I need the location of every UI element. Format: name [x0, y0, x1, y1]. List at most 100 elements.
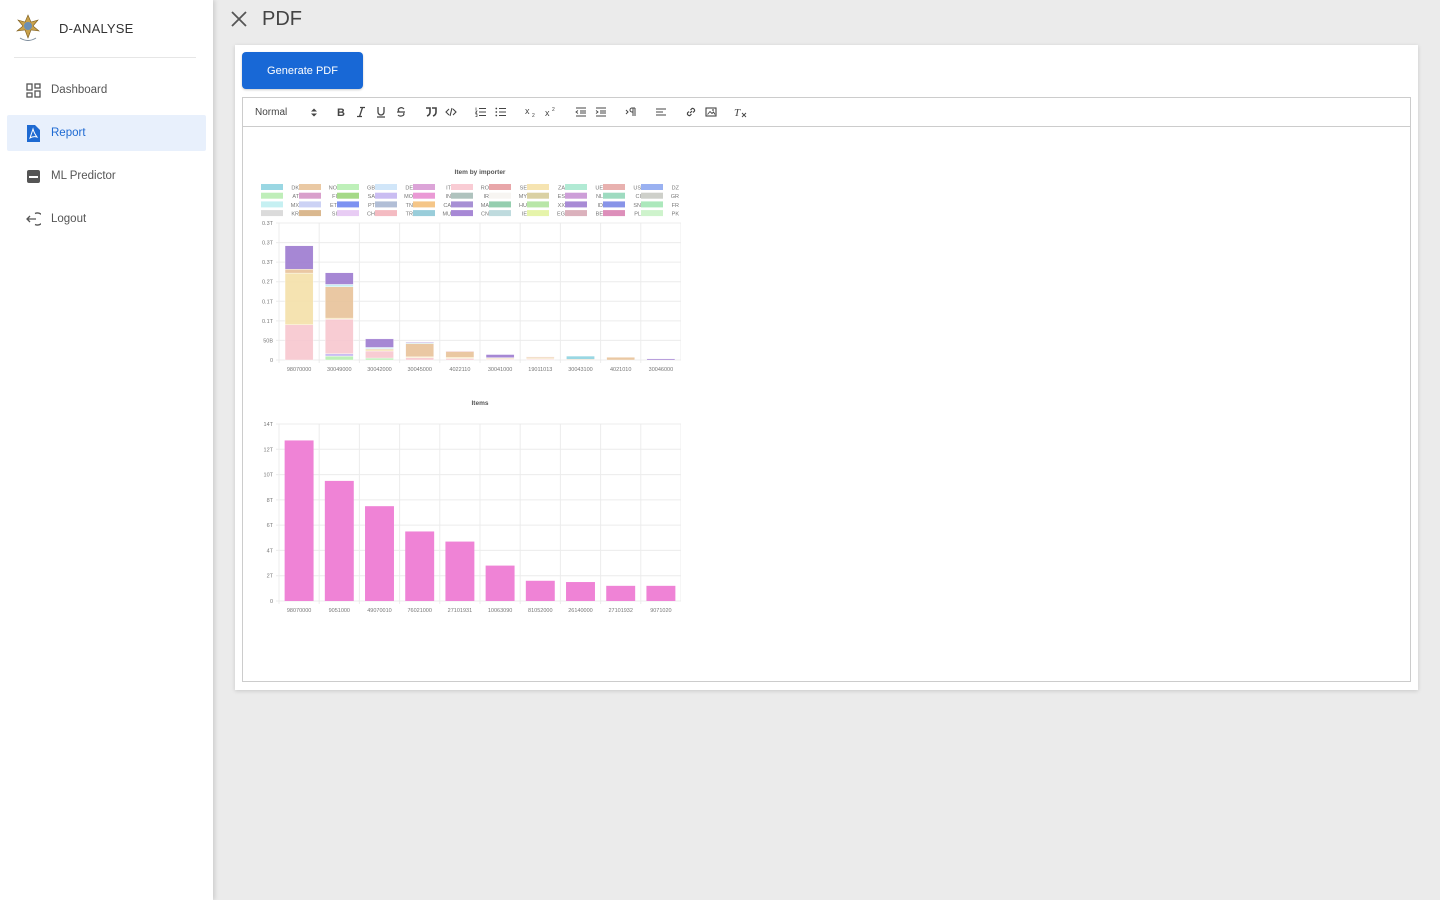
sidebar-item-logout[interactable]: Logout — [7, 201, 206, 237]
editor-content[interactable]: Item by importer DK NO GB DE IT RO SE ZA UE US DZ AT… — [242, 127, 1411, 682]
bar-segment — [325, 355, 354, 361]
legend-swatch — [413, 192, 435, 199]
legend-swatch — [565, 210, 587, 217]
bar — [405, 531, 435, 601]
x-tick-label: 98070000 — [287, 367, 311, 373]
bold-button[interactable]: B — [331, 102, 351, 122]
legend-swatch — [261, 184, 283, 190]
close-button[interactable] — [226, 6, 252, 32]
italic-button[interactable] — [351, 102, 371, 122]
legend-swatch — [527, 192, 549, 199]
underline-button[interactable] — [371, 102, 391, 122]
bar-segment — [606, 357, 635, 361]
items-bar-chart: Items 0 2T 4T 6T 8T 10T 12T 14T 98070000 9051000 49… — [264, 400, 681, 612]
legend-label: DZ — [672, 186, 680, 192]
y-tick-label: 0.3T — [262, 260, 274, 266]
legend-swatch — [451, 192, 473, 199]
ordered-list-icon — [475, 107, 486, 117]
indent-button[interactable] — [591, 102, 611, 122]
select-arrows-icon — [311, 108, 317, 116]
x-tick-label: 30041000 — [488, 367, 512, 373]
bar-segment — [405, 357, 434, 361]
svg-text:T: T — [734, 107, 741, 118]
sidebar-item-label: Logout — [51, 213, 87, 225]
bar — [445, 541, 475, 601]
indent-icon — [595, 107, 606, 117]
text-direction-button[interactable] — [621, 102, 641, 122]
y-tick-label: 4T — [267, 548, 274, 554]
y-tick-label: 0.3T — [262, 241, 274, 247]
bold-icon: B — [337, 107, 345, 118]
legend-label: AT — [292, 194, 299, 200]
sidebar-item-report[interactable]: Report — [7, 115, 206, 151]
x-tick-label: 27101932 — [608, 608, 632, 612]
sidebar-item-label: Dashboard — [51, 84, 108, 96]
x-tick-label: 27101931 — [448, 608, 472, 612]
bar-segment — [405, 341, 434, 343]
legend-label: US — [633, 186, 641, 192]
editor-toolbar: Normal B x2 x2 T — [242, 97, 1411, 127]
bullet-list-icon — [495, 107, 506, 117]
legend-swatch — [527, 184, 549, 190]
legend-label: ET — [330, 203, 338, 209]
subscript-button[interactable]: x2 — [521, 102, 541, 122]
image-icon — [705, 107, 717, 117]
strikethrough-icon — [397, 107, 405, 117]
outdent-button[interactable] — [571, 102, 591, 122]
format-select[interactable]: Normal — [255, 102, 319, 122]
legend-label: MY — [519, 194, 528, 200]
emblem-logo-icon[interactable] — [14, 12, 42, 44]
align-button[interactable] — [651, 102, 671, 122]
legend-swatch — [299, 184, 321, 190]
x-tick-label: 10063090 — [488, 608, 512, 612]
bar-segment — [405, 343, 434, 358]
legend-label: TR — [406, 212, 413, 218]
sidebar-item-dashboard[interactable]: Dashboard — [7, 72, 206, 108]
link-button[interactable] — [681, 102, 701, 122]
legend-swatch — [299, 192, 321, 199]
blockquote-button[interactable] — [421, 102, 441, 122]
clean-format-button[interactable]: T — [731, 102, 751, 122]
legend-label: IR — [484, 194, 490, 200]
ordered-list-button[interactable] — [471, 102, 491, 122]
legend-label: IN — [446, 194, 452, 200]
legend-swatch — [527, 210, 549, 217]
bar-segment — [284, 324, 314, 361]
x-tick-label: 98070000 — [287, 608, 311, 612]
legend-label: KR — [291, 212, 299, 218]
legend-label: CN — [481, 212, 489, 218]
y-tick-label: 14T — [264, 422, 274, 428]
code-block-button[interactable] — [441, 102, 461, 122]
x-tick-label: 30045000 — [407, 367, 431, 373]
italic-icon — [357, 106, 365, 118]
y-tick-label: 0 — [270, 358, 273, 364]
y-tick-label: 0.1T — [262, 319, 274, 325]
legend-swatch — [489, 210, 511, 217]
bullet-list-button[interactable] — [491, 102, 511, 122]
legend-label: CI — [636, 194, 642, 200]
legend-swatch — [565, 184, 587, 190]
legend-swatch — [451, 184, 473, 190]
bar-segment — [365, 357, 394, 361]
y-tick-label: 10T — [264, 473, 274, 479]
legend-swatch — [451, 210, 473, 217]
strike-button[interactable] — [391, 102, 411, 122]
image-button[interactable] — [701, 102, 721, 122]
generate-pdf-button[interactable]: Generate PDF — [242, 52, 363, 89]
bar-segment — [284, 272, 314, 325]
bar — [485, 565, 515, 601]
legend-label: UE — [595, 186, 603, 192]
bar-segment — [325, 319, 354, 354]
legend-label: TN — [406, 203, 413, 209]
bar — [525, 580, 555, 601]
logout-icon — [25, 211, 41, 227]
superscript-button[interactable]: x2 — [541, 102, 561, 122]
legend-swatch — [337, 184, 359, 190]
y-tick-label: 0.1T — [262, 299, 274, 305]
legend-swatch — [413, 184, 435, 190]
bar-segment — [325, 353, 354, 357]
sidebar-item-ml-predictor[interactable]: ML Predictor — [7, 158, 206, 194]
legend-swatch — [413, 210, 435, 217]
y-tick-label: 8T — [267, 498, 274, 504]
legend-label: PT — [368, 203, 376, 209]
